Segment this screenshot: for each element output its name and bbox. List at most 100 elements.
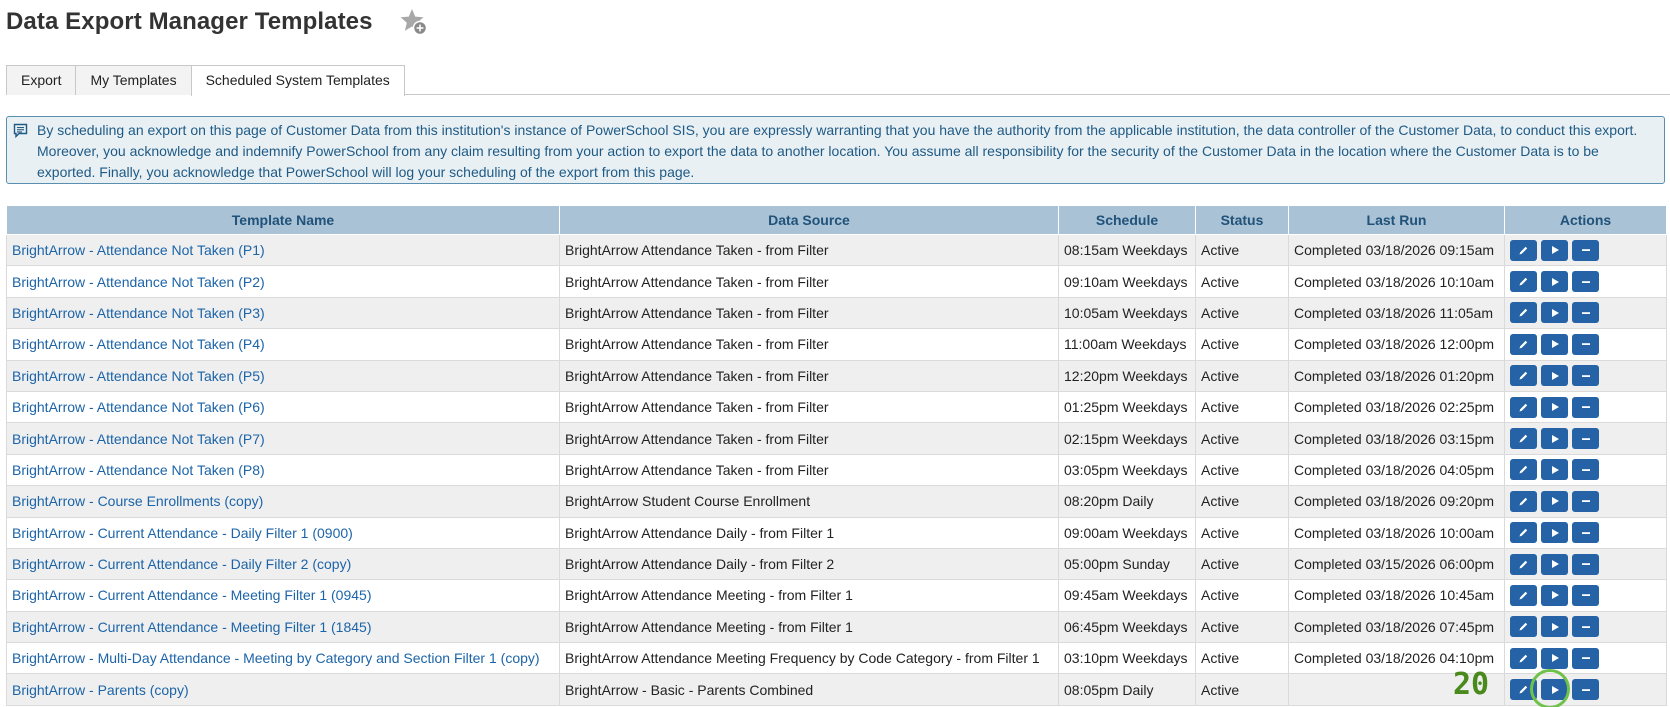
edit-button[interactable]: [1510, 522, 1537, 544]
template-name-cell: BrightArrow - Attendance Not Taken (P1): [6, 233, 560, 267]
table-row: BrightArrow - Current Attendance - Meeti…: [6, 579, 1667, 612]
status-cell: Active: [1195, 453, 1289, 487]
edit-button[interactable]: [1510, 271, 1537, 293]
edit-button[interactable]: [1510, 428, 1537, 450]
edit-icon: [1518, 559, 1529, 570]
template-name-link[interactable]: BrightArrow - Multi-Day Attendance - Mee…: [12, 650, 540, 666]
header-data-source[interactable]: Data Source: [559, 205, 1059, 235]
edit-icon: [1518, 496, 1529, 507]
template-name-link[interactable]: BrightArrow - Attendance Not Taken (P3): [12, 305, 265, 321]
remove-button[interactable]: [1572, 459, 1599, 481]
last-run-cell: Completed 03/18/2026 12:00pm: [1288, 328, 1505, 361]
template-name-link[interactable]: BrightArrow - Course Enrollments (copy): [12, 493, 263, 509]
remove-icon: [1581, 528, 1591, 538]
template-name-link[interactable]: BrightArrow - Current Attendance - Daily…: [12, 556, 351, 572]
status-cell: Active: [1195, 673, 1289, 706]
table-row: BrightArrow - Course Enrollments (copy) B…: [6, 485, 1667, 518]
run-button[interactable]: [1541, 396, 1568, 418]
header-last-run[interactable]: Last Run: [1288, 205, 1505, 235]
remove-button[interactable]: [1572, 553, 1599, 575]
run-icon: [1550, 465, 1560, 475]
last-run-cell: Completed 03/18/2026 02:25pm: [1288, 390, 1505, 424]
schedule-cell: 11:00am Weekdays: [1058, 328, 1196, 361]
run-button[interactable]: [1541, 239, 1568, 261]
template-name-link[interactable]: BrightArrow - Attendance Not Taken (P4): [12, 336, 265, 352]
tab-export[interactable]: Export: [6, 65, 77, 95]
template-name-cell: BrightArrow - Course Enrollments (copy): [6, 485, 560, 518]
data-source-cell: BrightArrow Attendance Taken - from Filt…: [559, 422, 1059, 455]
template-name-cell: BrightArrow - Attendance Not Taken (P2): [6, 265, 560, 298]
schedule-cell: 12:20pm Weekdays: [1058, 359, 1196, 392]
edit-button[interactable]: [1510, 396, 1537, 418]
run-button[interactable]: [1541, 333, 1568, 355]
template-name-link[interactable]: BrightArrow - Current Attendance - Daily…: [12, 525, 353, 541]
remove-button[interactable]: [1572, 616, 1599, 638]
template-name-link[interactable]: BrightArrow - Attendance Not Taken (P2): [12, 274, 265, 290]
edit-button[interactable]: [1510, 490, 1537, 512]
run-button[interactable]: [1541, 584, 1568, 606]
add-favorite-star-icon[interactable]: [399, 7, 429, 37]
remove-button[interactable]: [1572, 333, 1599, 355]
edit-button[interactable]: [1510, 584, 1537, 606]
remove-button[interactable]: [1572, 271, 1599, 293]
remove-button[interactable]: [1572, 428, 1599, 450]
status-cell: Active: [1195, 422, 1289, 455]
edit-button[interactable]: [1510, 459, 1537, 481]
template-name-cell: BrightArrow - Current Attendance - Meeti…: [6, 610, 560, 644]
schedule-cell: 10:05am Weekdays: [1058, 296, 1196, 330]
run-button[interactable]: [1541, 271, 1568, 293]
run-button[interactable]: [1541, 302, 1568, 324]
actions-cell: [1504, 390, 1667, 424]
template-name-link[interactable]: BrightArrow - Attendance Not Taken (P5): [12, 368, 265, 384]
template-name-link[interactable]: BrightArrow - Current Attendance - Meeti…: [12, 587, 372, 603]
run-button[interactable]: [1541, 522, 1568, 544]
remove-button[interactable]: [1572, 396, 1599, 418]
remove-button[interactable]: [1572, 365, 1599, 387]
schedule-cell: 02:15pm Weekdays: [1058, 422, 1196, 455]
header-template-name[interactable]: Template Name: [6, 205, 560, 235]
template-name-link[interactable]: BrightArrow - Parents (copy): [12, 682, 189, 698]
remove-button[interactable]: [1572, 584, 1599, 606]
actions-cell: [1504, 642, 1667, 675]
tab-my-templates[interactable]: My Templates: [75, 65, 192, 95]
template-name-link[interactable]: BrightArrow - Current Attendance - Meeti…: [12, 619, 372, 635]
table-row: BrightArrow - Attendance Not Taken (P8) B…: [6, 453, 1667, 487]
template-name-link[interactable]: BrightArrow - Attendance Not Taken (P8): [12, 462, 265, 478]
run-button[interactable]: [1541, 490, 1568, 512]
run-button[interactable]: [1541, 616, 1568, 638]
remove-button[interactable]: [1572, 522, 1599, 544]
data-source-cell: BrightArrow Attendance Taken - from Filt…: [559, 359, 1059, 392]
data-source-cell: BrightArrow Attendance Taken - from Filt…: [559, 390, 1059, 424]
schedule-cell: 09:00am Weekdays: [1058, 516, 1196, 549]
edit-button[interactable]: [1510, 553, 1537, 575]
template-name-link[interactable]: BrightArrow - Attendance Not Taken (P7): [12, 431, 265, 447]
remove-button[interactable]: [1572, 239, 1599, 261]
remove-button[interactable]: [1572, 302, 1599, 324]
remove-icon: [1581, 245, 1591, 255]
edit-button[interactable]: [1510, 647, 1537, 669]
header-status[interactable]: Status: [1195, 205, 1289, 235]
edit-button[interactable]: [1510, 333, 1537, 355]
data-source-cell: BrightArrow Attendance Taken - from Filt…: [559, 453, 1059, 487]
run-button[interactable]: [1541, 553, 1568, 575]
template-name-link[interactable]: BrightArrow - Attendance Not Taken (P6): [12, 399, 265, 415]
run-button[interactable]: [1541, 459, 1568, 481]
schedule-cell: 08:05pm Daily: [1058, 673, 1196, 706]
edit-button[interactable]: [1510, 365, 1537, 387]
edit-button[interactable]: [1510, 239, 1537, 261]
edit-icon: [1518, 653, 1529, 664]
header-schedule[interactable]: Schedule: [1058, 205, 1196, 235]
remove-button[interactable]: [1572, 647, 1599, 669]
run-button[interactable]: [1541, 365, 1568, 387]
tab-scheduled-system-templates[interactable]: Scheduled System Templates: [190, 65, 405, 96]
remove-button[interactable]: [1572, 490, 1599, 512]
edit-button[interactable]: [1510, 616, 1537, 638]
edit-button[interactable]: [1510, 302, 1537, 324]
data-source-cell: BrightArrow Attendance Taken - from Filt…: [559, 265, 1059, 298]
template-name-link[interactable]: BrightArrow - Attendance Not Taken (P1): [12, 242, 265, 258]
run-button[interactable]: [1541, 647, 1568, 669]
remove-button[interactable]: [1572, 679, 1599, 701]
template-name-cell: BrightArrow - Current Attendance - Meeti…: [6, 579, 560, 612]
edit-icon: [1518, 307, 1529, 318]
run-button[interactable]: [1541, 428, 1568, 450]
